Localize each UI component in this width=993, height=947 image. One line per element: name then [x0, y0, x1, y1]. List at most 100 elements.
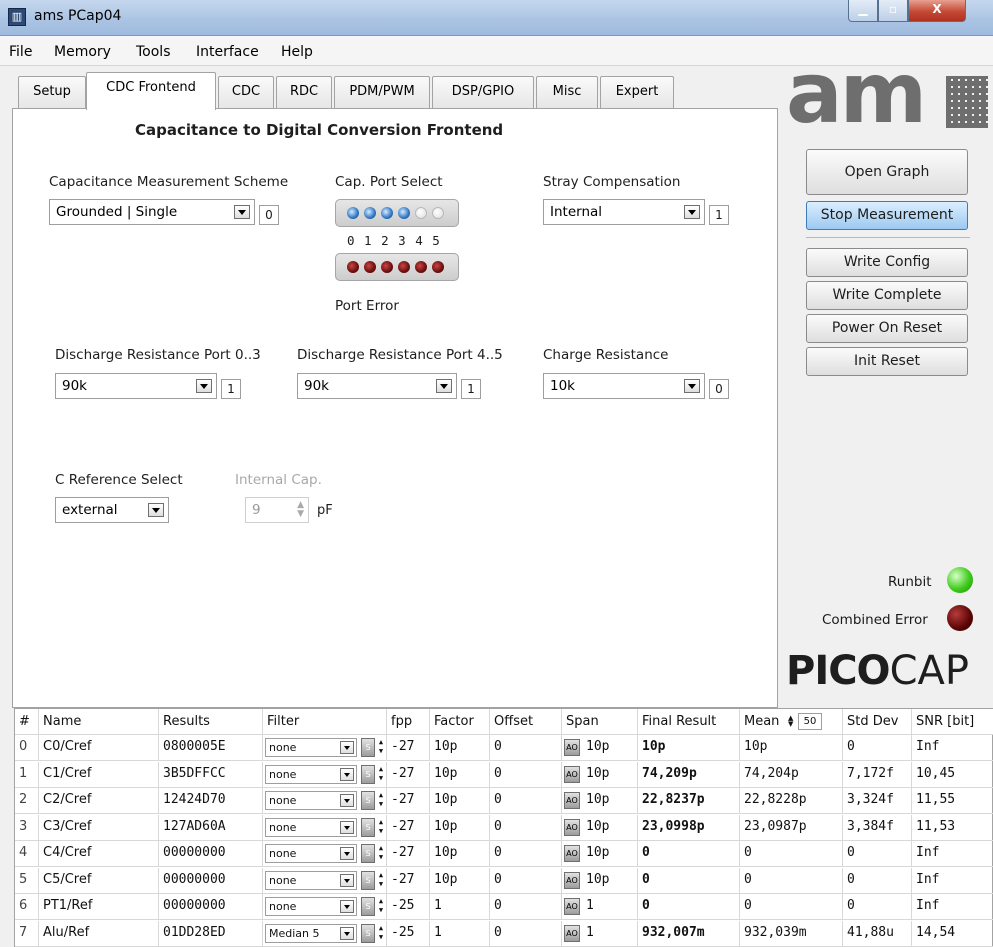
offset-value[interactable]: 0 — [490, 814, 562, 841]
maximize-button[interactable]: ▫ — [878, 0, 908, 22]
port-led-2[interactable] — [381, 207, 393, 219]
write-config-button[interactable]: Write Config — [806, 248, 968, 277]
filter-spinner-icon[interactable]: ▲ ▼ — [377, 844, 385, 863]
column-header-mean[interactable]: Mean ▲ ▼ 50 — [740, 709, 843, 735]
factor-value[interactable]: 1 — [430, 920, 490, 947]
channel-name[interactable]: C2/Cref — [39, 788, 159, 814]
tab-rdc[interactable]: RDC — [276, 76, 332, 108]
offset-value[interactable]: 0 — [490, 788, 562, 814]
column-header-offset[interactable]: Offset — [490, 709, 562, 735]
channel-name[interactable]: C5/Cref — [39, 867, 159, 894]
factor-value[interactable]: 10p — [430, 814, 490, 841]
charge-select[interactable]: 10k — [543, 373, 705, 399]
channel-name[interactable]: C4/Cref — [39, 841, 159, 867]
offset-value[interactable]: 0 — [490, 841, 562, 867]
internal-cap-spinner[interactable]: 9 ▲ ▼ — [245, 497, 309, 523]
filter-settings-button[interactable]: S — [361, 897, 375, 916]
column-header-filter[interactable]: Filter — [263, 709, 387, 735]
tab-pdm-pwm[interactable]: PDM/PWM — [334, 76, 430, 108]
column-header-name[interactable]: Name — [39, 709, 159, 735]
column-header-idx[interactable]: # — [15, 709, 39, 735]
fpp-value[interactable]: -27 — [387, 867, 430, 894]
filter-settings-button[interactable]: S — [361, 764, 375, 784]
channel-name[interactable]: C1/Cref — [39, 761, 159, 788]
port-led-3[interactable] — [398, 207, 410, 219]
cref-select[interactable]: external — [55, 497, 169, 523]
fpp-value[interactable]: -27 — [387, 814, 430, 841]
chevron-down-icon[interactable] — [340, 926, 354, 940]
power-on-reset-button[interactable]: Power On Reset — [806, 314, 968, 343]
column-header-std[interactable]: Std Dev — [843, 709, 912, 735]
filter-spinner-icon[interactable]: ▲ ▼ — [377, 924, 385, 943]
menu-memory[interactable]: Memory — [54, 44, 111, 60]
factor-value[interactable]: 1 — [430, 894, 490, 920]
filter-select[interactable]: none — [265, 844, 357, 863]
port-led-1[interactable] — [364, 207, 376, 219]
channel-name[interactable]: Alu/Ref — [39, 920, 159, 947]
chevron-down-icon[interactable] — [148, 503, 164, 517]
port-led-0[interactable] — [347, 207, 359, 219]
filter-spinner-icon[interactable]: ▲ ▼ — [377, 765, 385, 784]
cap-port-select[interactable] — [335, 199, 459, 227]
channel-name[interactable]: PT1/Ref — [39, 894, 159, 920]
column-header-result[interactable]: Results — [159, 709, 263, 735]
chevron-down-icon[interactable] — [684, 205, 700, 219]
tab-misc[interactable]: Misc — [536, 76, 598, 108]
chevron-down-icon[interactable] — [340, 873, 354, 887]
chevron-down-icon[interactable] — [340, 820, 354, 834]
chevron-down-icon[interactable] — [684, 379, 700, 393]
factor-value[interactable]: 10p — [430, 841, 490, 867]
fpp-value[interactable]: -25 — [387, 920, 430, 947]
tab-dsp-gpio[interactable]: DSP/GPIO — [432, 76, 534, 108]
chevron-down-icon[interactable] — [436, 379, 452, 393]
chevron-down-icon[interactable] — [340, 847, 354, 860]
offset-value[interactable]: 0 — [490, 867, 562, 894]
factor-value[interactable]: 10p — [430, 761, 490, 788]
spinner-arrows-icon[interactable]: ▲ ▼ — [297, 501, 304, 519]
filter-select[interactable]: none — [265, 764, 357, 784]
filter-spinner-icon[interactable]: ▲ ▼ — [377, 738, 385, 757]
init-reset-button[interactable]: Init Reset — [806, 347, 968, 376]
filter-settings-button[interactable]: S — [361, 870, 375, 890]
filter-settings-button[interactable]: S — [361, 844, 375, 863]
fpp-value[interactable]: -27 — [387, 788, 430, 814]
filter-settings-button[interactable]: S — [361, 791, 375, 810]
open-graph-button[interactable]: Open Graph — [806, 149, 968, 195]
port-led-4[interactable] — [415, 207, 427, 219]
column-header-snr[interactable]: SNR [bit] — [912, 709, 993, 735]
filter-settings-button[interactable]: S — [361, 923, 375, 943]
filter-spinner-icon[interactable]: ▲ ▼ — [377, 818, 385, 837]
filter-select[interactable]: none — [265, 791, 357, 810]
fpp-value[interactable]: -27 — [387, 761, 430, 788]
offset-value[interactable]: 0 — [490, 920, 562, 947]
filter-settings-button[interactable]: S — [361, 817, 375, 837]
spinner-arrows-icon[interactable]: ▲ ▼ — [788, 715, 793, 728]
fpp-value[interactable]: -25 — [387, 894, 430, 920]
port-led-5[interactable] — [432, 207, 444, 219]
chevron-down-icon[interactable] — [340, 741, 354, 754]
column-header-fpp[interactable]: fpp — [387, 709, 430, 735]
fpp-value[interactable]: -27 — [387, 735, 430, 761]
offset-value[interactable]: 0 — [490, 761, 562, 788]
write-complete-button[interactable]: Write Complete — [806, 281, 968, 310]
menu-file[interactable]: File — [9, 44, 32, 60]
mean-count-input[interactable]: 50 — [798, 713, 822, 730]
filter-spinner-icon[interactable]: ▲ ▼ — [377, 791, 385, 810]
tab-cdc[interactable]: CDC — [218, 76, 274, 108]
column-header-factor[interactable]: Factor — [430, 709, 490, 735]
chevron-down-icon[interactable] — [340, 900, 354, 913]
filter-spinner-icon[interactable]: ▲ ▼ — [377, 871, 385, 890]
stop-measurement-button[interactable]: Stop Measurement — [806, 201, 968, 230]
close-button[interactable]: X — [908, 0, 966, 22]
auto-offset-button[interactable]: AO — [564, 871, 580, 889]
offset-value[interactable]: 0 — [490, 894, 562, 920]
auto-offset-button[interactable]: AO — [564, 792, 580, 809]
column-header-span[interactable]: Span — [562, 709, 638, 735]
factor-value[interactable]: 10p — [430, 788, 490, 814]
cap-scheme-select[interactable]: Grounded | Single — [49, 199, 255, 225]
offset-value[interactable]: 0 — [490, 735, 562, 761]
tab-expert[interactable]: Expert — [600, 76, 674, 108]
stray-select[interactable]: Internal — [543, 199, 705, 225]
filter-select[interactable]: none — [265, 897, 357, 916]
discharge-45-select[interactable]: 90k — [297, 373, 457, 399]
